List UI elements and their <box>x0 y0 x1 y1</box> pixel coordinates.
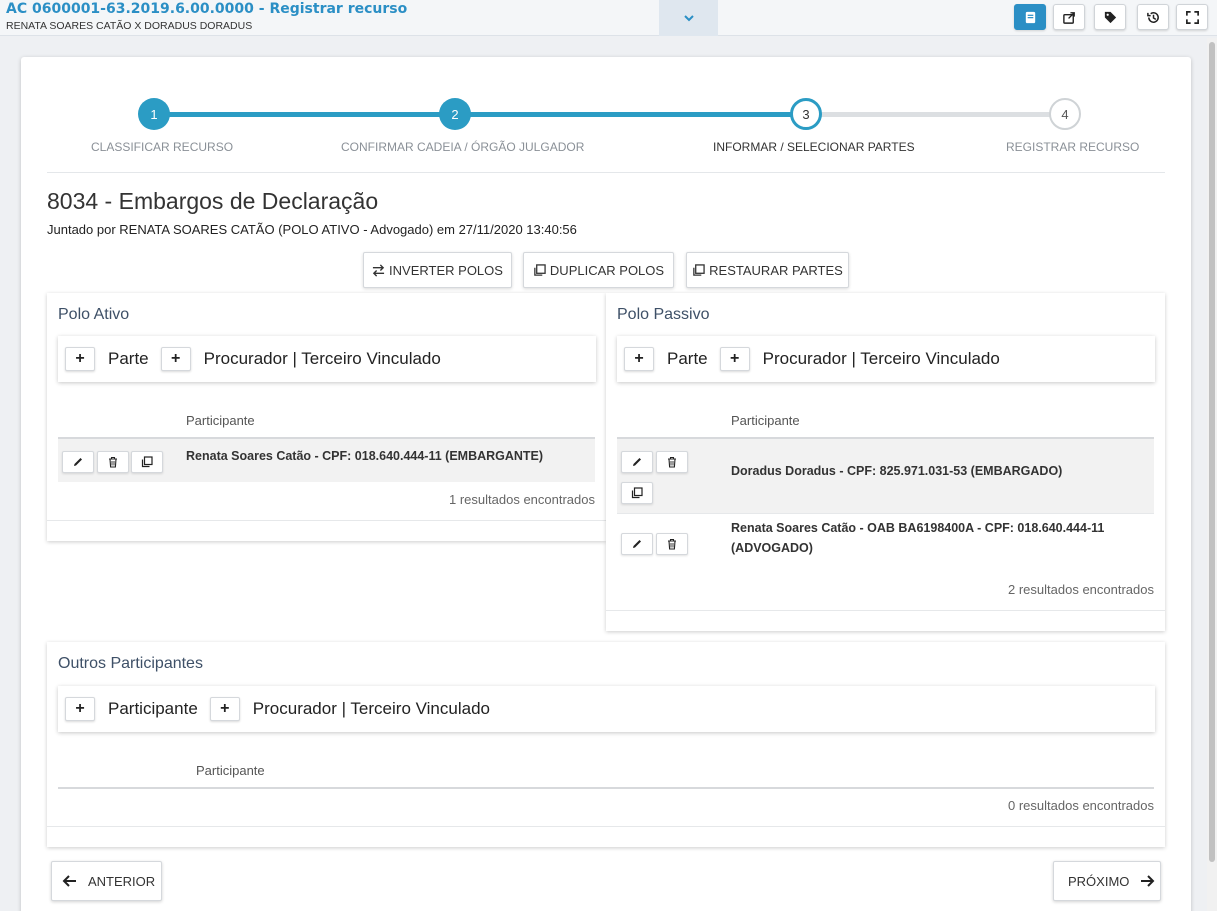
polo-ativo-add-bar: + Parte + Procurador | Terceiro Vinculad… <box>58 336 596 382</box>
add-procurador-button[interactable]: + <box>719 347 750 371</box>
duplicate-row-button[interactable] <box>131 451 163 473</box>
arrow-left-icon <box>62 875 76 887</box>
pencil-icon <box>633 458 641 466</box>
add-procurador-label: Procurador | Terceiro Vinculado <box>762 349 1000 368</box>
step-1-circle[interactable]: 1 <box>138 98 170 130</box>
row-separator <box>617 513 1154 514</box>
step-connector-1 <box>154 112 455 117</box>
share-button[interactable] <box>1053 4 1085 30</box>
step-1-label: CLASSIFICAR RECURSO <box>91 140 234 154</box>
panel-footer-line <box>47 520 606 521</box>
trash-icon <box>109 456 117 468</box>
step-4-circle[interactable]: 4 <box>1049 98 1081 130</box>
restore-parts-button[interactable]: RESTAURAR PARTES <box>686 252 849 288</box>
table-header-line <box>58 787 1154 789</box>
duplicate-row-button[interactable] <box>621 482 653 504</box>
step-3-label: INFORMAR / SELECIONAR PARTES <box>713 140 915 154</box>
step-3-circle[interactable]: 3 <box>790 98 822 130</box>
copy-icon <box>631 487 643 499</box>
previous-label: ANTERIOR <box>88 873 156 889</box>
copy-icon <box>693 263 705 276</box>
copy-icon <box>534 263 546 276</box>
step-2-circle[interactable]: 2 <box>439 98 471 130</box>
step-4-label: REGISTRAR RECURSO <box>1006 140 1140 154</box>
step-connector-2 <box>455 112 806 117</box>
add-participante-button[interactable]: + <box>65 697 95 721</box>
page-title: AC 0600001-63.2019.6.00.0000 - Registrar… <box>6 1 408 17</box>
outros-participantes-panel <box>47 642 1165 847</box>
add-participante-label: Participante <box>108 699 198 718</box>
divider <box>47 172 1165 173</box>
participant-role: (ADVOGADO) <box>731 541 813 555</box>
polo-passivo-title: Polo Passivo <box>617 306 710 323</box>
participant-name: Renata Soares Catão - CPF: 018.640.444-1… <box>186 449 544 463</box>
add-parte-button[interactable]: + <box>65 347 95 371</box>
swap-icon <box>372 263 385 277</box>
add-procurador-button[interactable]: + <box>209 697 240 721</box>
fullscreen-button[interactable] <box>1176 4 1208 30</box>
delete-button[interactable] <box>97 451 129 473</box>
expand-header-button[interactable] <box>659 0 718 36</box>
scrollbar[interactable] <box>1207 38 1217 911</box>
edit-button[interactable] <box>62 451 94 473</box>
book-icon <box>1025 11 1035 23</box>
share-icon <box>1062 11 1075 24</box>
arrow-right-icon <box>1141 875 1155 887</box>
add-parte-button[interactable]: + <box>624 347 654 371</box>
panel-footer-line <box>606 610 1165 611</box>
step-2-label: CONFIRMAR CADEIA / ÓRGÃO JULGADOR <box>341 140 585 154</box>
delete-button[interactable] <box>656 533 688 555</box>
participant-name: Doradus Doradus - CPF: 825.971.031-53 (E… <box>731 464 1063 478</box>
restore-parts-label: RESTAURAR PARTES <box>709 262 843 278</box>
scrollbar-thumb[interactable] <box>1209 42 1215 862</box>
column-header-participante: Participante <box>196 763 265 778</box>
column-header-participante: Participante <box>731 413 800 428</box>
pencil-icon <box>633 540 641 548</box>
results-count: 2 resultados encontrados <box>1008 582 1154 597</box>
add-parte-label: Parte <box>108 349 149 368</box>
trash-icon <box>668 456 676 468</box>
history-icon <box>1146 11 1159 23</box>
outros-add-bar: + Participante + Procurador | Terceiro V… <box>58 686 1155 732</box>
top-bar: AC 0600001-63.2019.6.00.0000 - Registrar… <box>0 0 1217 36</box>
page-subtitle: RENATA SOARES CATÃO X DORADUS DORADUS <box>6 20 253 32</box>
add-procurador-label: Procurador | Terceiro Vinculado <box>203 349 441 368</box>
delete-button[interactable] <box>656 451 688 473</box>
tag-icon <box>1104 11 1116 23</box>
polo-ativo-title: Polo Ativo <box>58 306 130 323</box>
polo-passivo-add-bar: + Parte + Procurador | Terceiro Vinculad… <box>617 336 1155 382</box>
participant-name: Renata Soares Catão - OAB BA6198400A - C… <box>731 521 1105 535</box>
outros-participantes-title: Outros Participantes <box>58 655 203 672</box>
add-procurador-label: Procurador | Terceiro Vinculado <box>252 699 490 718</box>
next-button[interactable]: PRÓXIMO <box>1053 861 1161 901</box>
trash-icon <box>668 538 676 550</box>
chevron-down-icon <box>683 15 694 22</box>
duplicate-polos-button[interactable]: DUPLICAR POLOS <box>523 252 674 288</box>
history-button[interactable] <box>1137 4 1169 30</box>
copy-icon <box>141 456 153 468</box>
edit-button[interactable] <box>621 533 653 555</box>
duplicate-polos-label: DUPLICAR POLOS <box>549 262 665 278</box>
fullscreen-icon <box>1185 10 1199 24</box>
column-header-participante: Participante <box>186 413 255 428</box>
add-procurador-button[interactable]: + <box>160 347 191 371</box>
document-heading: 8034 - Embargos de Declaração <box>47 188 379 214</box>
add-parte-label: Parte <box>667 349 708 368</box>
step-connector-3 <box>806 112 1065 117</box>
panel-footer-line <box>47 826 1165 827</box>
results-count: 0 resultados encontrados <box>1008 798 1154 813</box>
book-button[interactable] <box>1014 4 1046 30</box>
invert-polos-button[interactable]: INVERTER POLOS <box>363 252 512 288</box>
document-meta: Juntado por RENATA SOARES CATÃO (POLO AT… <box>47 222 577 237</box>
edit-button[interactable] <box>621 451 653 473</box>
next-label: PRÓXIMO <box>1068 873 1130 889</box>
pencil-icon <box>74 458 82 466</box>
results-count: 1 resultados encontrados <box>449 492 595 507</box>
previous-button[interactable]: ANTERIOR <box>51 861 162 901</box>
tag-button[interactable] <box>1094 4 1126 30</box>
invert-polos-label: INVERTER POLOS <box>389 262 503 278</box>
